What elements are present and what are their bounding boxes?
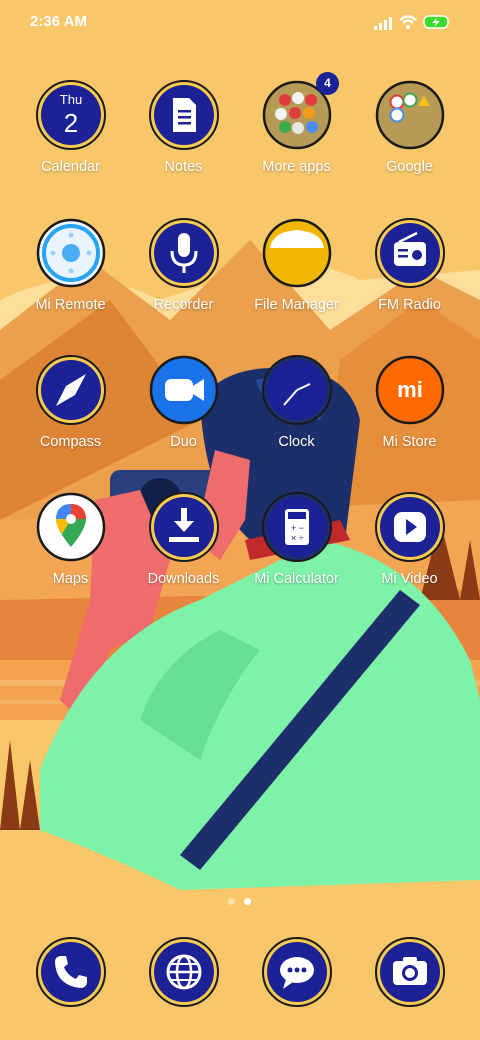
app-mi-video[interactable]: Mi Video [353, 492, 466, 612]
messages-icon [262, 937, 332, 1007]
dock-browser[interactable] [149, 937, 219, 1007]
remote-icon [36, 218, 106, 288]
download-icon [149, 492, 219, 562]
phone-icon [36, 937, 106, 1007]
app-label: Duo [170, 434, 197, 450]
folder-icon [262, 218, 332, 288]
notification-badge: 4 [316, 72, 339, 95]
page-dot[interactable] [228, 898, 235, 905]
app-downloads[interactable]: Downloads [127, 492, 240, 612]
app-file-manager[interactable]: File Manager [240, 218, 353, 338]
dock-camera[interactable] [375, 937, 445, 1007]
page-dot-active[interactable] [244, 898, 251, 905]
folder-google[interactable]: Google [353, 80, 466, 200]
app-notes[interactable]: Notes [127, 80, 240, 200]
calculator-icon: + − × ÷ [262, 492, 332, 562]
app-mi-remote[interactable]: Mi Remote [14, 218, 127, 338]
dock-messages[interactable] [262, 937, 332, 1007]
folder-icon [375, 80, 445, 150]
mi-logo-text: mi [397, 377, 423, 402]
calendar-date: 2 [63, 108, 79, 138]
app-duo[interactable]: Duo [127, 355, 240, 475]
video-camera-icon [149, 355, 219, 425]
notes-icon [149, 80, 219, 150]
app-compass[interactable]: Compass [14, 355, 127, 475]
app-fm-radio[interactable]: FM Radio [353, 218, 466, 338]
app-maps[interactable]: Maps [14, 492, 127, 612]
app-label: Downloads [147, 571, 220, 587]
globe-icon [149, 937, 219, 1007]
svg-text:+ −: + − [291, 523, 304, 533]
svg-text:× ÷: × ÷ [291, 533, 304, 543]
app-label: More apps [262, 159, 331, 175]
dock [0, 937, 480, 1027]
app-label: File Manager [254, 297, 339, 313]
map-pin-icon [36, 492, 106, 562]
battery-charging-icon [423, 15, 449, 29]
app-clock[interactable]: Clock [240, 355, 353, 475]
app-calendar[interactable]: Thu 2 Calendar [14, 80, 127, 200]
camera-icon [375, 937, 445, 1007]
microphone-icon [149, 218, 219, 288]
app-mi-store[interactable]: mi Mi Store [353, 355, 466, 475]
app-label: Clock [278, 434, 315, 450]
app-label: Recorder [153, 297, 214, 313]
app-label: Mi Store [382, 434, 437, 450]
clock-icon [262, 355, 332, 425]
calendar-day: Thu [59, 92, 83, 107]
compass-icon [36, 355, 106, 425]
status-bar: 2:36 AM [0, 0, 480, 44]
signal-icon [374, 17, 392, 30]
app-label: Calendar [41, 159, 100, 175]
mi-logo-icon: mi [375, 355, 445, 425]
app-label: Mi Remote [35, 297, 106, 313]
play-icon [375, 492, 445, 562]
app-label: Compass [39, 434, 102, 450]
app-label: Google [386, 159, 433, 175]
app-label: Maps [52, 571, 89, 587]
app-recorder[interactable]: Recorder [127, 218, 240, 338]
page-indicator [228, 898, 256, 906]
radio-icon [375, 218, 445, 288]
status-time: 2:36 AM [30, 13, 87, 30]
app-label: Mi Calculator [254, 571, 339, 587]
wifi-icon [399, 15, 417, 29]
app-label: FM Radio [378, 297, 441, 313]
dock-phone[interactable] [36, 937, 106, 1007]
app-label: Mi Video [381, 571, 438, 587]
app-label: Notes [164, 159, 203, 175]
app-mi-calculator[interactable]: + − × ÷ Mi Calculator [240, 492, 353, 612]
folder-more-apps[interactable]: 4 More apps [240, 72, 353, 200]
